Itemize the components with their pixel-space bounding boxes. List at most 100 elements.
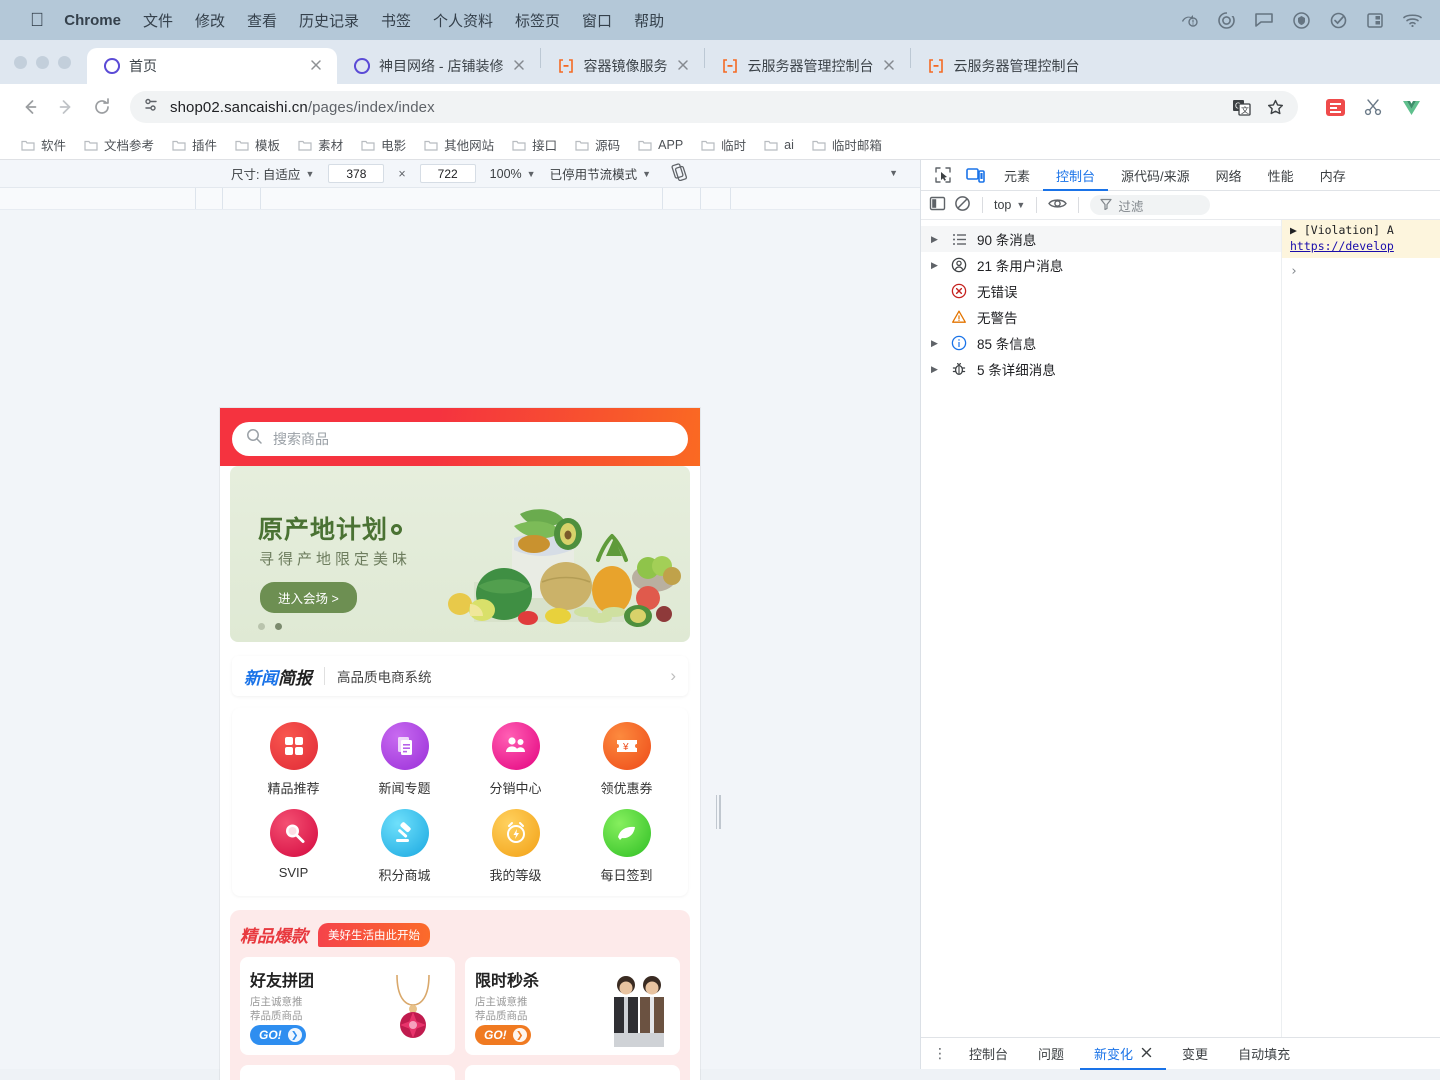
grid-item-points-mall[interactable]: 积分商城 [349, 809, 460, 884]
throttling-select[interactable]: 已停用节流模式 ▼ [550, 164, 651, 183]
violation-link[interactable]: https://develop [1290, 239, 1436, 255]
scissors-icon[interactable] [1358, 92, 1388, 122]
devtools-tab-network[interactable]: 网络 [1203, 160, 1255, 191]
close-icon[interactable] [1141, 1046, 1152, 1061]
menu-item-profiles[interactable]: 个人资料 [433, 10, 493, 31]
check-circle-icon[interactable] [1330, 12, 1347, 29]
menu-item-tabs[interactable]: 标签页 [515, 10, 560, 31]
tab-close-icon[interactable] [676, 58, 692, 74]
bookmark-item[interactable]: APP [631, 135, 690, 155]
drawer-tab-console[interactable]: 控制台 [955, 1038, 1022, 1070]
zoom-select[interactable]: 100% ▼ [490, 167, 536, 181]
chevron-right-icon[interactable]: › [670, 666, 676, 686]
console-prompt[interactable]: › [1282, 258, 1440, 279]
bookmark-item[interactable]: 临时 [694, 132, 753, 157]
browser-tab-2[interactable]: 容器镜像服务 [541, 48, 704, 84]
hot-card-presale[interactable]: 预售商品 综合评选好 产品 GO!❯ [465, 1065, 680, 1080]
bookmark-item[interactable]: 源码 [568, 132, 627, 157]
console-row-user-messages[interactable]: ▶ 21 条用户消息 [921, 252, 1281, 278]
drawer-tab-issues[interactable]: 问题 [1024, 1038, 1078, 1070]
browser-tab-3[interactable]: 云服务器管理控制台 [705, 48, 910, 84]
devtools-tab-console[interactable]: 控制台 [1043, 160, 1108, 191]
grid-item-my-level[interactable]: 我的等级 [460, 809, 571, 884]
star-icon[interactable] [1260, 92, 1290, 122]
promo-banner[interactable]: 原产地计划 寻得产地限定美味 进入会场 > [230, 466, 690, 642]
carousel-dot[interactable] [258, 623, 265, 630]
menu-item-edit[interactable]: 修改 [195, 10, 225, 31]
hot-card-group-buy[interactable]: 好友拼团 店主诚意推荐品质商品 GO! ❯ [240, 957, 455, 1055]
grid-item-news-topic[interactable]: 新闻专题 [349, 722, 460, 797]
search-input[interactable]: 搜索商品 [232, 422, 688, 456]
grid-item-daily-checkin[interactable]: 每日签到 [571, 809, 682, 884]
console-context-select[interactable]: top ▼ [994, 198, 1025, 212]
bookmark-item[interactable]: 临时邮箱 [805, 132, 889, 157]
bookmark-item[interactable]: 插件 [165, 132, 224, 157]
console-row-verbose[interactable]: ▶ 5 条详细消息 [921, 356, 1281, 382]
drawer-tab-whats-new[interactable]: 新变化 [1080, 1038, 1166, 1070]
vue-devtools-icon[interactable] [1396, 92, 1426, 122]
menu-item-bookmarks[interactable]: 书签 [381, 10, 411, 31]
layout-icon[interactable] [1367, 12, 1383, 28]
apple-logo-icon[interactable]:  [30, 11, 44, 30]
devtools-tab-elements[interactable]: 元素 [991, 160, 1043, 191]
grid-item-coupon[interactable]: ¥ 领优惠券 [571, 722, 682, 797]
screen-record-icon[interactable] [1180, 12, 1198, 28]
window-minimize-button[interactable] [36, 55, 49, 69]
carousel-dot-active[interactable] [275, 623, 282, 630]
news-bar[interactable]: 新闻简报 高品质电商系统 › [232, 656, 688, 696]
devtools-tab-performance[interactable]: 性能 [1255, 160, 1307, 191]
tab-close-icon[interactable] [882, 58, 898, 74]
drawer-tab-changes[interactable]: 变更 [1168, 1038, 1222, 1070]
reload-icon[interactable] [86, 91, 118, 123]
expand-triangle-icon[interactable]: ▶ [931, 338, 941, 349]
tab-close-icon[interactable] [512, 58, 528, 74]
viewport-height-input[interactable]: 722 [419, 164, 476, 183]
window-maximize-button[interactable] [58, 55, 71, 69]
site-settings-icon[interactable] [142, 96, 160, 119]
hot-card-flash-sale[interactable]: 限时秒杀 店主诚意推荐品质商品 GO! ❯ [465, 957, 680, 1055]
sidebar-toggle-icon[interactable] [929, 195, 946, 215]
live-expression-icon[interactable] [1048, 196, 1068, 214]
translate-icon[interactable]: G文 [1226, 92, 1256, 122]
console-filter-input[interactable]: 过滤 [1090, 195, 1211, 215]
viewport-width-input[interactable]: 378 [328, 164, 385, 183]
browser-tab-1[interactable]: 神目网络 - 店铺装修 [337, 48, 540, 84]
device-toolbar-more-icon[interactable]: ▼ [889, 168, 898, 178]
bookmark-item[interactable]: 模板 [228, 132, 287, 157]
bookmark-item[interactable]: 电影 [354, 132, 413, 157]
carousel-dots[interactable] [258, 623, 282, 630]
menu-item-help[interactable]: 帮助 [634, 10, 664, 31]
devtools-tab-sources[interactable]: 源代码/来源 [1108, 160, 1203, 191]
console-row-no-warnings[interactable]: 无警告 [921, 304, 1281, 330]
expand-triangle-icon[interactable]: ▶ [931, 364, 941, 375]
menu-item-file[interactable]: 文件 [143, 10, 173, 31]
menu-item-view[interactable]: 查看 [247, 10, 277, 31]
browser-tab-0[interactable]: 首页 [87, 48, 337, 84]
grid-item-distribution[interactable]: 分销中心 [460, 722, 571, 797]
window-close-button[interactable] [14, 55, 27, 69]
camera-icon[interactable] [1218, 11, 1235, 29]
chat-bubble-icon[interactable] [1255, 12, 1273, 28]
bookmark-item[interactable]: 文档参考 [77, 132, 161, 157]
menu-app-name[interactable]: Chrome [64, 12, 121, 29]
bookmark-item[interactable]: 素材 [291, 132, 350, 157]
device-toolbar-icon[interactable] [959, 160, 991, 191]
hot-card-cta[interactable]: GO! ❯ [250, 1025, 306, 1045]
bookmark-item[interactable]: ai [757, 135, 801, 155]
tab-close-icon[interactable] [309, 58, 325, 74]
shield-icon[interactable] [1293, 11, 1310, 29]
expand-triangle-icon[interactable]: ▶ [931, 234, 941, 245]
bookmark-item[interactable]: 软件 [14, 132, 73, 157]
menu-item-window[interactable]: 窗口 [582, 10, 612, 31]
forward-arrow-icon[interactable] [50, 91, 82, 123]
console-row-info[interactable]: ▶ 85 条信息 [921, 330, 1281, 356]
inspect-element-icon[interactable] [927, 160, 959, 191]
console-row-no-errors[interactable]: 无错误 [921, 278, 1281, 304]
grid-item-svip[interactable]: SVIP [238, 809, 349, 884]
console-row-all-messages[interactable]: ▶ 90 条消息 [921, 226, 1281, 252]
grid-item-featured[interactable]: 精品推荐 [238, 722, 349, 797]
expand-triangle-icon[interactable]: ▶ [931, 260, 941, 271]
omnibox[interactable]: shop02.sancaishi.cn/pages/index/index G文 [130, 91, 1298, 123]
bookmark-item[interactable]: 其他网站 [417, 132, 501, 157]
hot-card-cta[interactable]: GO! ❯ [475, 1025, 531, 1045]
